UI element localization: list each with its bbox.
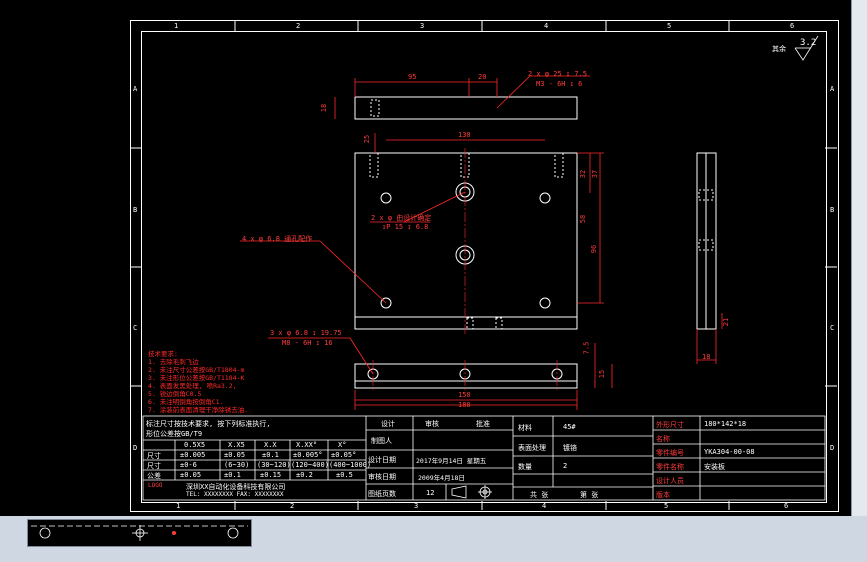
roughness-note: 其余 [772,45,786,53]
page-label: 图纸页数 [368,490,396,498]
tol-cell: (120~400) [291,461,329,469]
hole-note-2: M3 - 6H ↧ 6 [536,80,583,88]
dim-side-18: 18 [702,353,711,361]
tol-cell: ±0.005 [180,451,206,459]
dim-96: 96 [590,244,599,254]
tol-cell: ±0-6 [180,461,197,469]
size-label: 外形尺寸 [656,421,684,429]
dim-95: 95 [408,73,417,81]
tol-cell: ±0.1 [224,471,241,479]
hole-note-5: 4 x φ 6.8 通孔配作 [242,235,313,243]
cad-viewport[interactable]: 1 2 3 4 5 6 1 2 3 4 5 6 A B C D A B C D [0,0,851,516]
tol-col-head: 0.5X5 [184,441,206,449]
note-item: 4. 表面发黑处理, 喷Ra3.2, [148,382,237,390]
version-label: 版本 [656,491,670,499]
hole-note-4: ↧P 15 ↧ 6.8 [382,223,429,231]
company-contact: TEL: XXXXXXXX FAX: XXXXXXXX [186,491,284,498]
tb-col-head: 审核 [425,420,439,428]
part-value: 安装板 [704,463,725,471]
check-date-value: 2009年4月18日 [418,474,465,482]
tol-cell: ±0.5 [336,471,353,479]
dim-20: 20 [478,73,487,81]
dim-21: 21 [722,317,731,327]
note-item: 6. 未注明倒角按倒角C1. [148,398,224,406]
tol-cell: (400~1000) [329,461,372,469]
hole-note-1: 2 x φ 25 ↧ 7.5 [528,70,588,78]
note-item: 1. 去除毛刺飞边 [148,358,199,366]
size-value: 180*142*18 [704,420,747,428]
date-value: 2017年9月14日 星期五 [416,457,487,465]
tol-cell: ±0.15 [260,471,282,479]
roughness-value: 3.2 [800,38,817,48]
tol-col-head: X.X5 [228,441,245,449]
tb-col-head: 批准 [476,420,490,428]
code-label: 零件编号 [656,449,684,457]
dim-150: 150 [458,391,471,399]
hole-note-7: M8 - 6H ↧ 16 [282,339,333,347]
tolerance-header: 标注尺寸按技术要求, 按下列标准执行, [146,420,271,428]
tol-cell: ±0.2 [296,471,313,479]
dim-58: 58 [579,214,588,224]
sheet-number: 第 张 [580,491,599,499]
tol-cell: ±0.1 [262,451,279,459]
tol-col-head: X.XX° [296,441,318,449]
page-value: 12 [426,489,435,497]
tolerance-header-2: 形位公差按GB/T9 [146,430,203,438]
hole-note-3: 2 x φ 由设计确定 [371,214,432,222]
drawn-label: 制图人 [371,437,392,445]
tb-col-head: 设计 [381,420,395,428]
note-item: 2. 未注尺寸公差按GB/T1804-m [148,366,245,374]
material-label: 材料 [518,424,532,432]
tol-row-label: 尺寸 [147,462,161,470]
dim-18: 18 [320,103,329,113]
tol-cell: ±0.05 [180,471,202,479]
surface-label: 表面处理 [518,444,546,452]
nav-bar-icons [31,525,248,541]
technical-notes: 技术要求: 1. 去除毛刺飞边 2. 未注尺寸公差按GB/T1804-m 3. … [148,350,248,414]
tol-cell: ±0.05 [224,451,246,459]
qty-label: 数量 [518,463,532,471]
dim-15: 15 [598,369,607,379]
dim-7-5: 7.5 [582,341,591,355]
note-item: 7. 涂装前表面清理干净除锈去油. [148,406,249,414]
note-item: 3. 未注形位公差按GB/T1184-K [148,374,245,382]
dim-32: 32 [579,169,588,179]
check-date-label: 审核日期 [368,473,396,481]
dim-180: 180 [458,401,471,409]
tol-col-head: X.X [264,441,277,449]
code-value: YKA304-00-08 [704,448,755,456]
tol-cell: ±0.005° [293,451,323,459]
notes-title: 技术要求: [148,350,178,358]
sheet-count: 共 张 [530,491,549,499]
tol-cell: (30~120) [257,461,291,469]
dim-37: 37 [591,169,600,179]
dim-130: 130 [458,131,471,139]
tol-row-label: 公差 [147,472,161,480]
hole-note-6: 3 x φ 6.8 ↧ 19.75 [270,329,342,337]
vertical-scrollbar[interactable] [851,0,867,516]
tol-cell: (6~30) [224,461,250,469]
qc-label: 设计人员 [656,477,684,485]
qty-value: 2 [563,462,568,470]
note-item: 5. 锐边倒角C0.5 [148,390,202,398]
tol-col-head: X° [338,441,347,449]
tol-cell: ±0.05° [331,451,357,459]
dim-25: 25 [363,134,372,144]
material-value: 45# [563,423,576,431]
company-logo: LOGO [148,482,163,489]
surface-value: 镀铬 [563,444,577,452]
tol-row-label: 尺寸 [147,452,161,460]
date-label: 设计日期 [368,456,396,464]
name-label: 名称 [656,435,670,443]
part-label: 零件名称 [656,463,684,471]
navigation-bar[interactable] [27,519,252,547]
drawing-geometry [130,20,837,510]
